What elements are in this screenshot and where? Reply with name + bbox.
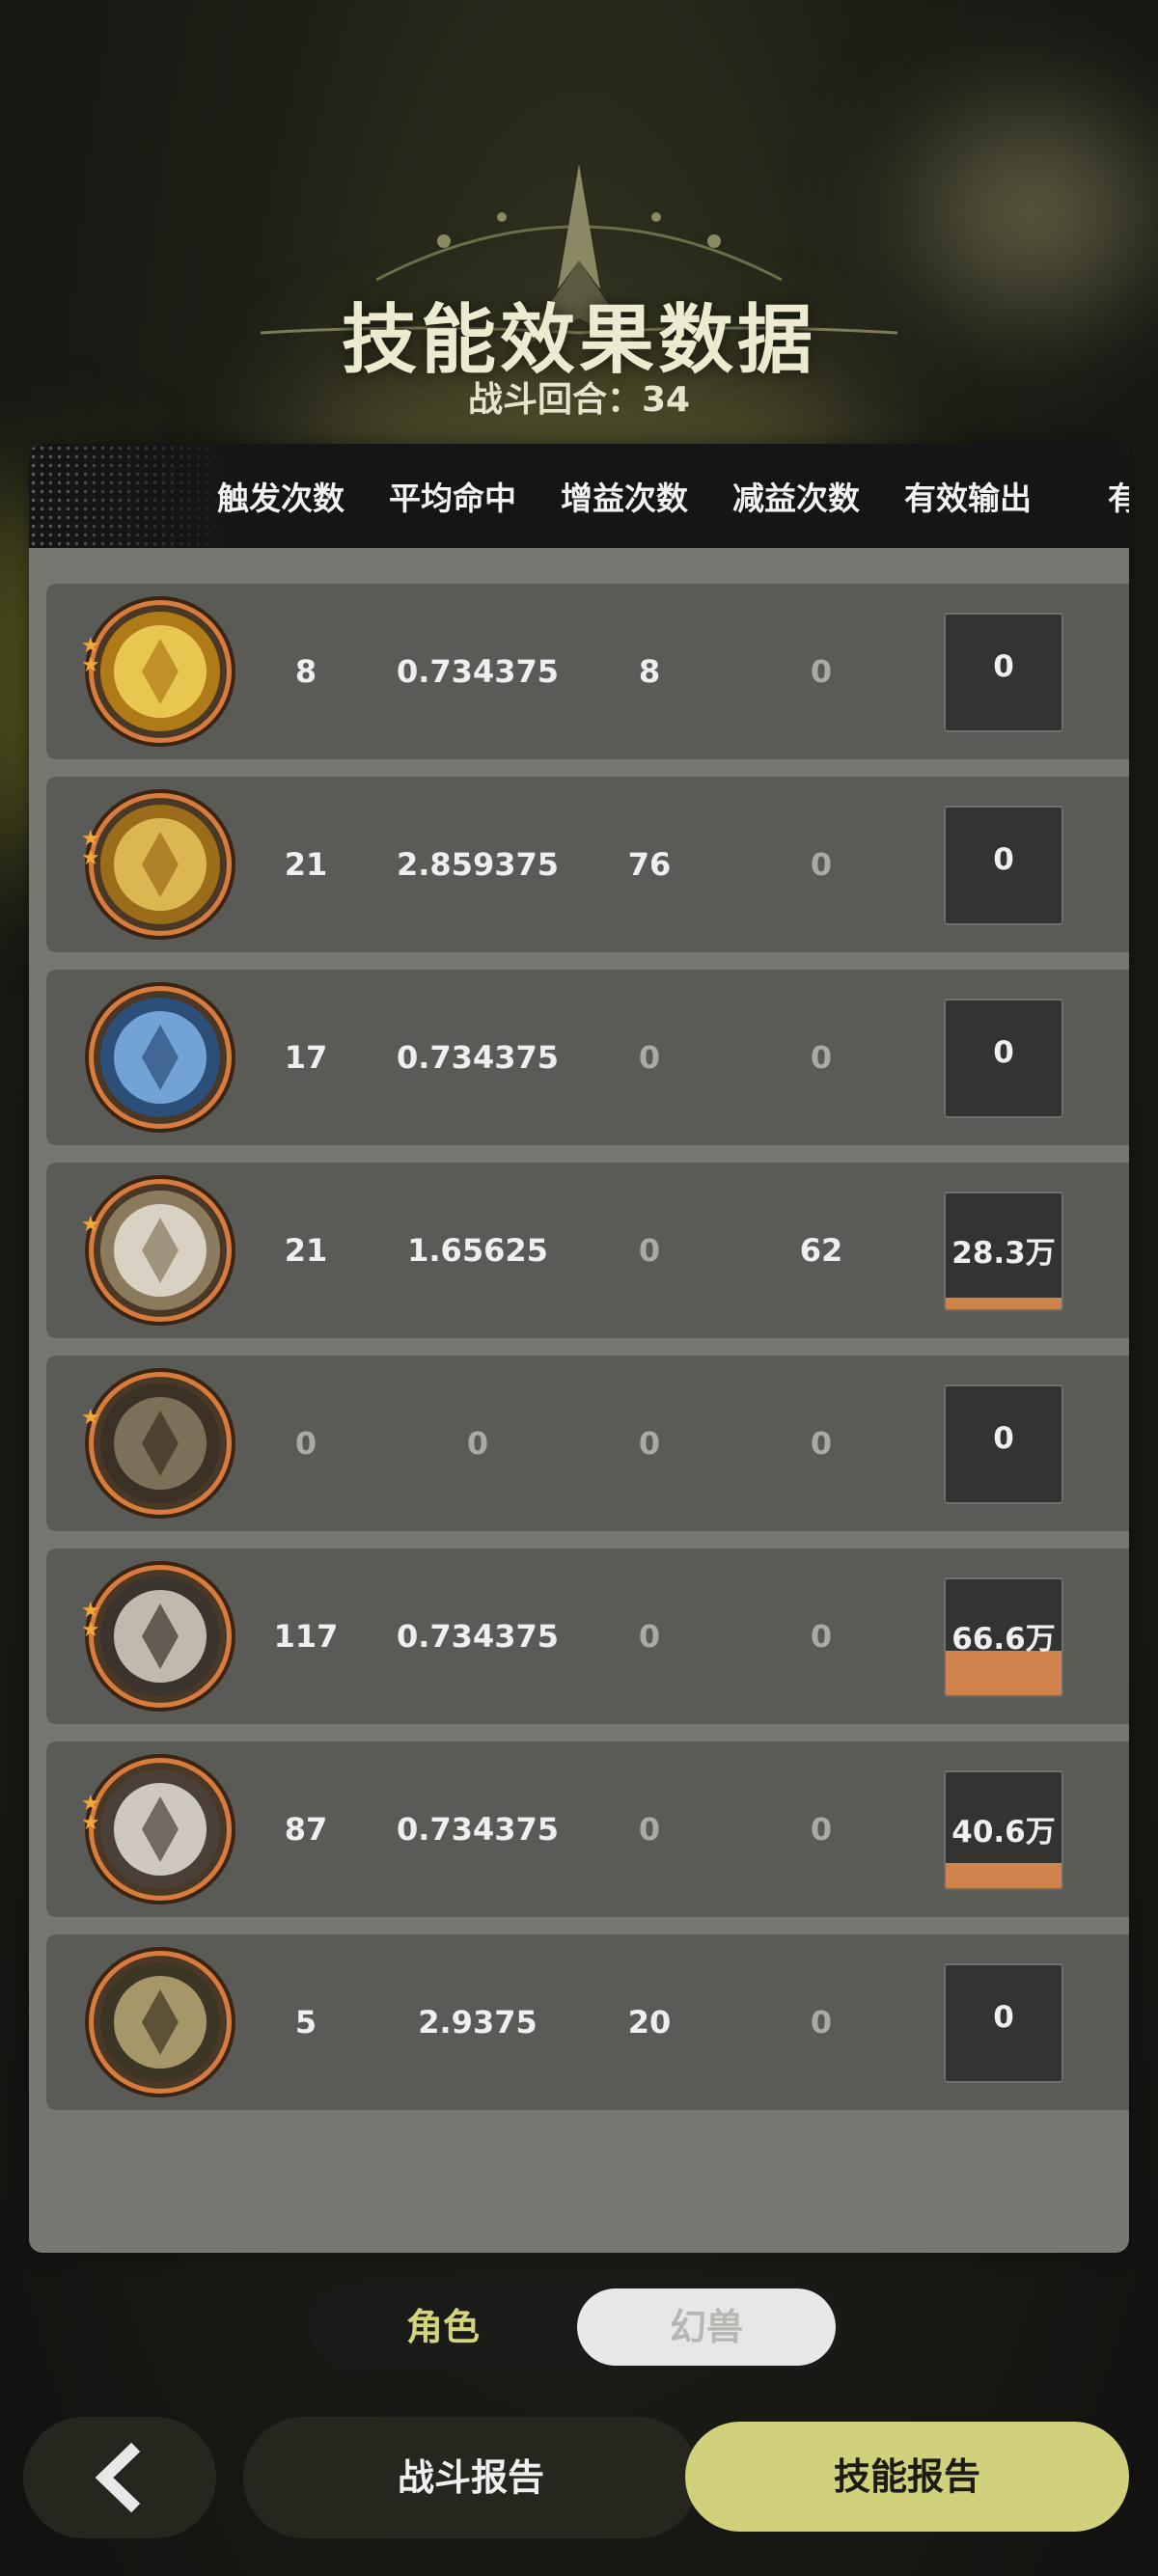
effective-output-cell[interactable]: 0 bbox=[944, 1384, 1063, 1504]
battle-round-label: 战斗回合：34 bbox=[467, 380, 691, 420]
bird-claw-icon[interactable] bbox=[94, 1377, 227, 1510]
golden-sigil-icon[interactable] bbox=[94, 798, 227, 931]
trigger-count-cell: 8 bbox=[294, 653, 317, 690]
slash-strike-icon[interactable] bbox=[94, 1570, 227, 1703]
avg-hit-cell: 1.65625 bbox=[407, 1232, 548, 1269]
debuff-count-cell: 62 bbox=[799, 1232, 843, 1269]
star-rank-icon: ★ ★ bbox=[81, 827, 100, 870]
back-button[interactable] bbox=[23, 2417, 216, 2538]
avg-hit-cell: 2.9375 bbox=[418, 2004, 538, 2041]
avg-hit-cell: 0.734375 bbox=[396, 653, 559, 690]
blue-rune-icon bbox=[100, 998, 220, 1117]
effective-output-cell[interactable]: 0 bbox=[944, 613, 1063, 732]
trigger-count-cell: 21 bbox=[284, 846, 328, 883]
table-header: 触发次数 平均命中 增益次数 减益次数 有效输出 有效 bbox=[29, 444, 1129, 548]
output-bar-fill bbox=[946, 1298, 1062, 1309]
debuff-count-cell: 0 bbox=[810, 653, 833, 690]
debuff-count-cell: 0 bbox=[810, 846, 833, 883]
effective-output-cell[interactable]: 40.6万 bbox=[944, 1770, 1063, 1890]
skill-data-table[interactable]: 触发次数 平均命中 增益次数 减益次数 有效输出 有效 ★ ★ 8 0.7343… bbox=[29, 444, 1129, 2253]
output-value: 0 bbox=[993, 842, 1014, 877]
white-swirl-icon bbox=[100, 1191, 220, 1310]
trigger-count-cell: 17 bbox=[284, 1039, 328, 1076]
buff-count-cell: 0 bbox=[638, 1811, 661, 1848]
table-row[interactable]: ★ ★ 21 2.859375 76 0 0 bbox=[46, 777, 1129, 952]
trigger-count-cell: 21 bbox=[284, 1232, 328, 1269]
effective-output-cell[interactable]: 0 bbox=[944, 806, 1063, 925]
table-row[interactable]: ★ ★ 8 0.734375 8 0 0 bbox=[46, 584, 1129, 759]
output-value: 0 bbox=[993, 649, 1014, 684]
star-rank-icon: ★ ★ bbox=[81, 1792, 100, 1835]
golden-figure-icon bbox=[100, 1962, 220, 2082]
golden-shield-icon bbox=[100, 612, 220, 731]
col-debuff-count: 减益次数 bbox=[732, 480, 860, 517]
buff-count-cell: 20 bbox=[627, 2004, 672, 2041]
star-rank-icon: ★ ★ bbox=[81, 634, 100, 677]
debuff-count-cell: 0 bbox=[810, 2004, 833, 2041]
role-beast-toggle[interactable]: 角色 幻兽 bbox=[309, 2284, 841, 2370]
debuff-count-cell: 0 bbox=[810, 1425, 833, 1462]
trigger-count-cell: 0 bbox=[294, 1425, 317, 1462]
buff-count-cell: 76 bbox=[627, 846, 672, 883]
col-effective-output: 有效输出 bbox=[904, 480, 1032, 517]
star-rank-icon: ★ bbox=[81, 1213, 100, 1237]
effective-output-cell[interactable]: 66.6万 bbox=[944, 1577, 1063, 1697]
output-value: 40.6万 bbox=[951, 1815, 1056, 1850]
table-row[interactable]: ★ ★ 87 0.734375 0 0 40.6万 bbox=[46, 1741, 1129, 1917]
effective-output-cell[interactable]: 28.3万 bbox=[944, 1192, 1063, 1311]
slash-strike-icon bbox=[100, 1576, 220, 1696]
toggle-beast[interactable]: 幻兽 bbox=[577, 2288, 836, 2366]
blue-rune-icon[interactable] bbox=[94, 991, 227, 1124]
buff-count-cell: 0 bbox=[638, 1425, 661, 1462]
battle-report-button[interactable]: 战斗报告 bbox=[243, 2417, 699, 2538]
bird-claw-icon bbox=[100, 1384, 220, 1503]
table-row[interactable]: ★ 21 1.65625 0 62 28.3万 bbox=[46, 1163, 1129, 1338]
blade-pierce-icon[interactable] bbox=[94, 1763, 227, 1896]
output-value: 0 bbox=[993, 1035, 1014, 1070]
output-value: 66.6万 bbox=[951, 1622, 1056, 1657]
buff-count-cell: 8 bbox=[638, 653, 661, 690]
output-value: 28.3万 bbox=[951, 1236, 1056, 1271]
buff-count-cell: 0 bbox=[638, 1618, 661, 1655]
buff-count-cell: 0 bbox=[638, 1039, 661, 1076]
table-row[interactable]: 17 0.734375 0 0 0 6 bbox=[46, 970, 1129, 1145]
table-row[interactable]: ★ ★ 117 0.734375 0 0 66.6万 bbox=[46, 1548, 1129, 1724]
table-row[interactable]: ★ 0 0 0 0 0 bbox=[46, 1356, 1129, 1531]
table-row[interactable]: 5 2.9375 20 0 0 bbox=[46, 1934, 1129, 2110]
col-avg-hit: 平均命中 bbox=[389, 480, 516, 517]
star-rank-icon: ★ ★ bbox=[81, 1599, 100, 1642]
white-swirl-icon[interactable] bbox=[94, 1184, 227, 1317]
chevron-left-icon bbox=[95, 2442, 141, 2513]
trigger-count-cell: 87 bbox=[284, 1811, 328, 1848]
blade-pierce-icon bbox=[100, 1769, 220, 1889]
skill-report-button[interactable]: 技能报告 bbox=[685, 2422, 1129, 2532]
debuff-count-cell: 0 bbox=[810, 1618, 833, 1655]
col-effective-extra: 有效 bbox=[1108, 480, 1129, 517]
golden-shield-icon[interactable] bbox=[94, 605, 227, 738]
buff-count-cell: 0 bbox=[638, 1232, 661, 1269]
golden-sigil-icon bbox=[100, 805, 220, 924]
debuff-count-cell: 0 bbox=[810, 1811, 833, 1848]
toggle-role[interactable]: 角色 bbox=[309, 2284, 577, 2370]
effective-output-cell[interactable]: 0 bbox=[944, 999, 1063, 1118]
col-buff-count: 增益次数 bbox=[561, 480, 688, 517]
avg-hit-cell: 0.734375 bbox=[396, 1039, 559, 1076]
output-bar-fill bbox=[946, 1863, 1062, 1888]
output-value: 0 bbox=[993, 1421, 1014, 1456]
debuff-count-cell: 0 bbox=[810, 1039, 833, 1076]
trigger-count-cell: 117 bbox=[273, 1618, 339, 1655]
avg-hit-cell: 2.859375 bbox=[396, 846, 559, 883]
avg-hit-cell: 0.734375 bbox=[396, 1811, 559, 1848]
star-rank-icon: ★ bbox=[81, 1406, 100, 1430]
golden-figure-icon[interactable] bbox=[94, 1956, 227, 2089]
avg-hit-cell: 0.734375 bbox=[396, 1618, 559, 1655]
output-value: 0 bbox=[993, 2000, 1014, 2035]
col-trigger-count: 触发次数 bbox=[217, 480, 345, 517]
avg-hit-cell: 0 bbox=[466, 1425, 489, 1462]
trigger-count-cell: 5 bbox=[294, 2004, 317, 2041]
effective-output-cell[interactable]: 0 bbox=[944, 1963, 1063, 2083]
